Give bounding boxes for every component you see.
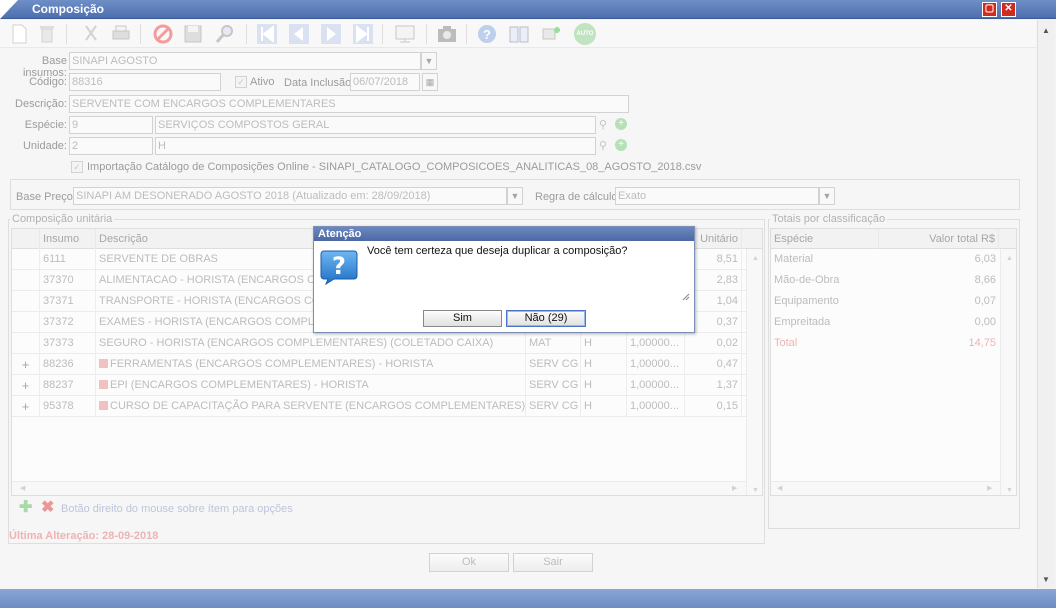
svg-text:?: ? xyxy=(332,252,346,280)
scroll-down-icon[interactable]: ▼ xyxy=(1042,575,1050,584)
window-titlebar: Composição ▢ ✕ xyxy=(0,0,1056,19)
no-button[interactable]: Não (29) xyxy=(506,310,586,327)
vertical-scrollbar[interactable]: ▲ ▼ xyxy=(1037,20,1054,588)
yes-button[interactable]: Sim xyxy=(423,310,502,327)
status-bar xyxy=(0,589,1056,608)
maximize-button[interactable]: ▢ xyxy=(982,2,997,17)
scroll-up-icon[interactable]: ▲ xyxy=(1042,26,1050,35)
dialog-title: Atenção xyxy=(314,227,694,241)
close-button[interactable]: ✕ xyxy=(1001,2,1016,17)
resize-grip-icon[interactable] xyxy=(682,293,690,301)
dialog-message: Você tem certeza que deseja duplicar a c… xyxy=(367,245,628,257)
confirm-dialog: Atenção ? Você tem certeza que deseja du… xyxy=(313,226,695,333)
window-title: Composição xyxy=(32,2,105,16)
question-icon: ? xyxy=(320,250,358,285)
